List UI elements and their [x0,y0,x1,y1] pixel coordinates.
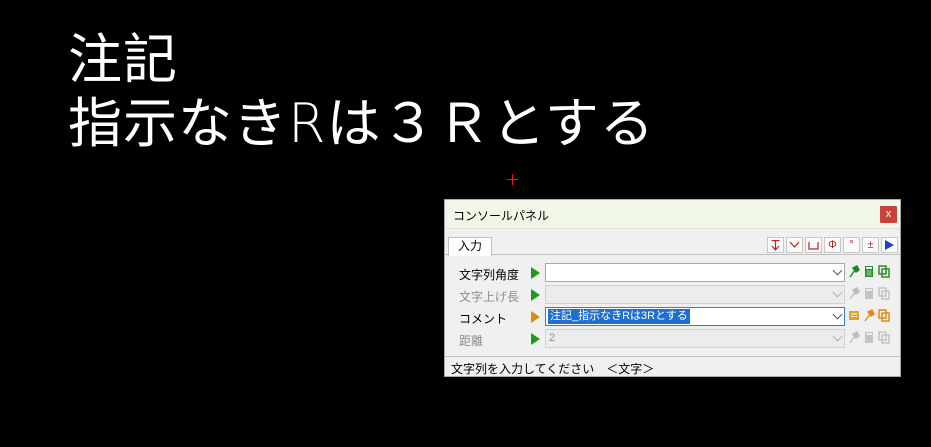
field-label: 文字上げ長 [459,290,520,304]
arrow-down-icon[interactable] [767,237,784,253]
distance-combobox[interactable]: 2 [545,329,845,348]
play-blue-icon[interactable] [881,237,898,253]
tab-row: 入力 Φ ° ± [445,229,900,256]
play-green-icon[interactable] [531,289,540,301]
pick-icon[interactable] [848,287,860,300]
status-text: 文字列を入力してください ＜文字＞ [451,362,655,376]
copy-icon[interactable] [878,265,890,278]
panel-titlebar[interactable]: コンソールパネル x [445,200,900,229]
console-panel: コンソールパネル x 入力 Φ ° ± 文字列角度 文字上げ長 コメント 注記_… [444,199,901,377]
chevron-down-icon[interactable] [832,309,843,320]
field-row-lift: 文字上げ長 [445,284,900,306]
calculator-icon[interactable] [863,331,875,344]
input-fields: 文字列角度 文字上げ長 コメント 注記_指示なきRは3Rとする 距離 2 [445,262,900,350]
tab-input[interactable]: 入力 [448,237,492,256]
text-box-icon[interactable] [848,309,860,322]
symbol-toolbar: Φ ° ± [767,237,898,253]
field-label: 距離 [459,334,484,348]
field-row-angle: 文字列角度 [445,262,900,284]
plus-minus-icon[interactable]: ± [862,237,879,253]
diameter-icon[interactable]: Φ [824,237,841,253]
copy-icon[interactable] [878,309,890,322]
pick-text-icon[interactable] [863,309,875,322]
panel-title: コンソールパネル [453,209,550,223]
annotation-heading: 注記 [68,28,178,91]
bracket-icon[interactable] [805,237,822,253]
play-green-icon[interactable] [531,333,540,345]
pick-icon[interactable] [848,265,860,278]
calculator-icon[interactable] [863,287,875,300]
play-orange-icon[interactable] [531,311,540,323]
cad-canvas[interactable]: 注記 指示なきRは３Ｒとする コンソールパネル x 入力 Φ ° ± 文字列角度… [0,0,931,447]
field-label: 文字列角度 [459,268,520,282]
copy-icon[interactable] [878,331,890,344]
play-green-icon[interactable] [531,267,540,279]
calculator-icon[interactable] [863,265,875,278]
crosshair-cursor-icon [507,174,518,185]
angle-combobox[interactable] [545,263,845,282]
copy-icon[interactable] [878,287,890,300]
status-bar: 文字列を入力してください ＜文字＞ [445,356,900,376]
field-row-comment: コメント 注記_指示なきRは3Rとする [445,306,900,328]
chevron-down-icon[interactable] [832,287,843,298]
annotation-text: 指示なきRは３Ｒとする [68,92,655,155]
close-button[interactable]: x [880,206,897,223]
field-value: 2 [549,332,556,344]
lift-combobox[interactable] [545,285,845,304]
field-label: コメント [459,312,508,326]
selected-value: 注記_指示なきRは3Rとする [548,309,690,324]
field-row-distance: 距離 2 [445,328,900,350]
chevron-down-icon[interactable] [832,331,843,342]
chevron-down-icon[interactable] [786,237,803,253]
pick-icon[interactable] [848,331,860,344]
comment-combobox[interactable]: 注記_指示なきRは3Rとする [545,307,845,326]
degree-icon[interactable]: ° [843,237,860,253]
chevron-down-icon[interactable] [832,265,843,276]
